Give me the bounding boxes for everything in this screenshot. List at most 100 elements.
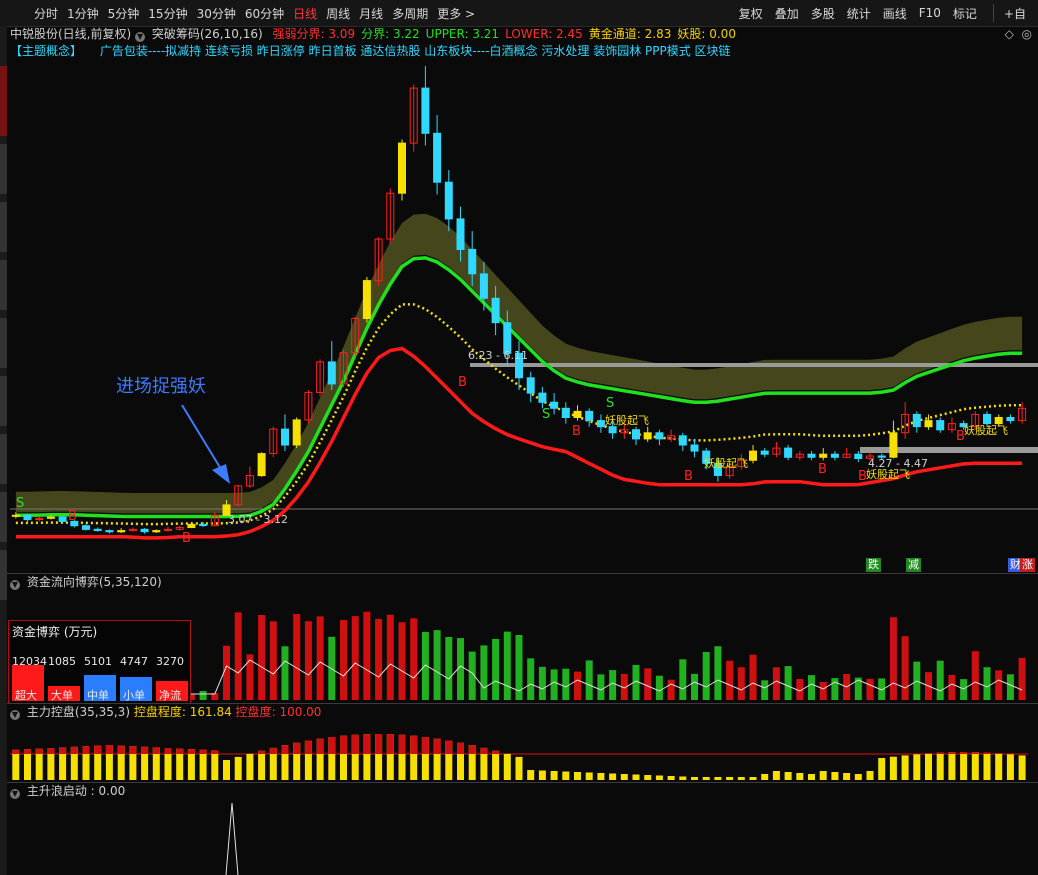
volume-bar <box>866 678 874 700</box>
chart-label: S <box>606 396 615 411</box>
control-bar-red <box>410 735 418 754</box>
candle-body <box>819 453 828 458</box>
volume-bar <box>901 636 909 700</box>
control-bar-yellow <box>199 749 207 780</box>
volume-bar <box>328 636 336 700</box>
fund-bar-label: 净流 <box>159 689 181 702</box>
candle-body <box>538 392 547 403</box>
volume-bar <box>480 645 488 700</box>
volume-bar <box>772 667 780 700</box>
control-bar-yellow <box>843 773 851 780</box>
volume-bar <box>702 652 710 700</box>
control-bar-red <box>281 745 289 754</box>
chevron-down-icon[interactable]: ▼ <box>10 710 20 720</box>
control-bar-red <box>24 749 31 754</box>
candle-body <box>281 428 289 446</box>
candle-body <box>936 420 945 431</box>
volume-bar <box>503 631 511 700</box>
entry-annotation: 进场捉强妖 <box>116 376 206 397</box>
candle-body <box>784 447 793 458</box>
candle-body <box>655 432 664 440</box>
control-bar-red <box>141 746 149 754</box>
control-bar-yellow <box>515 756 523 780</box>
candle-body <box>643 432 652 440</box>
volume-bar <box>1006 674 1014 700</box>
control-bar-yellow <box>901 755 909 780</box>
volume-bar <box>995 670 1003 700</box>
volume-bar <box>948 674 956 700</box>
control-level-label: 控盘度 <box>235 705 272 719</box>
control-bar-yellow <box>983 752 991 780</box>
control-bar-yellow <box>878 758 886 780</box>
control-bar-yellow <box>246 753 254 780</box>
volume-bar <box>971 651 979 700</box>
control-bar-red <box>421 737 429 754</box>
event-flag[interactable]: 减 <box>906 558 921 572</box>
control-bar-red <box>269 747 277 754</box>
chevron-down-icon[interactable]: ▼ <box>10 580 20 590</box>
candle-body <box>105 530 114 533</box>
control-bar-yellow <box>819 771 827 780</box>
kline-chart[interactable] <box>0 0 1038 875</box>
control-bar-red <box>480 747 488 754</box>
chart-label: B <box>956 429 965 444</box>
volume-bar <box>538 666 546 700</box>
control-bar-yellow <box>527 770 535 780</box>
volume-bar <box>714 646 722 700</box>
volume-bar <box>597 674 605 700</box>
volume-bar <box>983 667 991 700</box>
candle-body <box>140 528 149 533</box>
control-bar-yellow <box>223 760 230 780</box>
control-bar-yellow <box>492 750 500 780</box>
candle-body <box>152 530 161 533</box>
volume-bar <box>316 616 324 700</box>
control-bar-red <box>176 748 184 754</box>
control-bar-red <box>129 746 137 754</box>
control-bar-red <box>468 745 476 754</box>
volume-bar <box>550 669 558 700</box>
volume-bar <box>234 612 242 700</box>
chevron-down-icon[interactable]: ▼ <box>10 789 20 799</box>
candle-body <box>327 361 336 385</box>
control-bar-yellow <box>538 770 546 780</box>
control-bar-yellow <box>702 777 710 780</box>
control-bar-red <box>375 734 383 754</box>
fund-bar-value: 1085 <box>48 655 76 668</box>
control-bar-red <box>117 745 125 754</box>
chart-label: 6.23 - 6.11 <box>468 349 528 362</box>
fund-bar-value: 12034 <box>12 655 47 668</box>
control-bar-red <box>82 746 90 754</box>
candle-body <box>199 523 208 527</box>
control-degree-value: 161.84 <box>189 705 232 719</box>
volume-bar <box>644 668 652 700</box>
panel-divider <box>7 573 1038 574</box>
chart-label: 妖股起飞 <box>704 457 748 470</box>
wave-title[interactable]: 主升浪启动 <box>27 784 87 798</box>
candle-body <box>433 132 442 183</box>
chart-label: S <box>16 496 25 511</box>
control-bar-yellow <box>913 754 921 780</box>
control-bar-red <box>152 747 160 754</box>
control-title[interactable]: 主力控盘(35,35,3) <box>27 705 130 719</box>
control-bar-red <box>199 749 207 754</box>
event-flag[interactable]: 跌 <box>866 558 881 572</box>
volume-bar <box>293 614 301 700</box>
candle-body <box>421 87 430 134</box>
control-bar-yellow <box>772 771 780 780</box>
fund-bar-value: 5101 <box>84 655 112 668</box>
control-bar-yellow <box>889 756 897 780</box>
control-bar-red <box>340 735 347 754</box>
event-flag[interactable]: 涨 <box>1020 558 1035 572</box>
volume-bar <box>351 616 359 700</box>
control-bar-yellow <box>936 752 944 780</box>
volume-bar <box>398 622 406 700</box>
fund-flow-title[interactable]: 资金流向博弈(5,35,120) <box>27 575 162 589</box>
candle-body <box>585 410 594 422</box>
control-bar-yellow <box>655 775 663 780</box>
volume-bar <box>784 666 792 700</box>
control-bar-red <box>12 749 20 754</box>
control-bar-yellow <box>971 752 979 780</box>
volume-bar <box>936 660 944 700</box>
candle-body <box>573 410 582 418</box>
control-bar-yellow <box>726 777 734 780</box>
